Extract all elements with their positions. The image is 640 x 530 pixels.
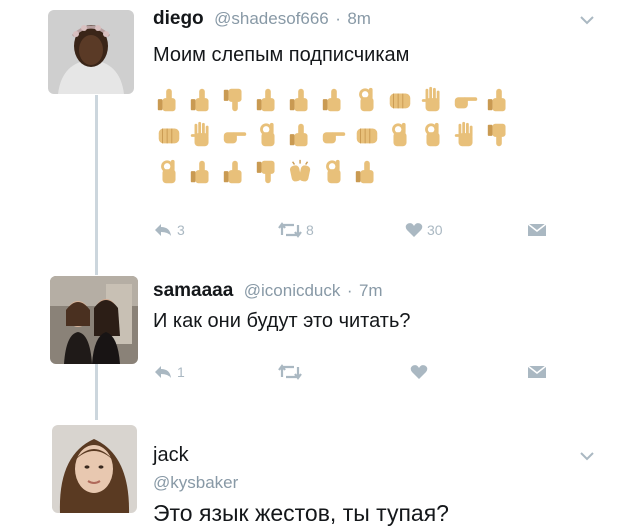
emoji-row [155, 85, 513, 115]
thread-line [95, 95, 98, 275]
tweet-header: samaaaa @iconicduck · 7m [153, 280, 383, 302]
user-handle[interactable]: @shadesof666 [214, 9, 329, 28]
tweet-header: diego @shadesof666 · 8m [153, 8, 371, 30]
tweet-actions: 1 [0, 364, 640, 388]
reply-button[interactable]: 1 [153, 364, 185, 380]
thumbs-up-icon [188, 85, 216, 115]
emoji-row [155, 157, 381, 187]
thumbs-up-icon [221, 157, 249, 187]
raised-hand-icon [419, 85, 447, 115]
like-count: 30 [427, 222, 443, 238]
retweet-count: 8 [306, 222, 314, 238]
like-button[interactable]: 30 [405, 222, 443, 238]
ok-hand-icon [386, 120, 414, 150]
thumbs-up-icon [287, 85, 315, 115]
tweet-time[interactable]: 8m [347, 9, 371, 28]
pointing-hand-icon [221, 120, 249, 150]
retweet-icon [278, 222, 302, 238]
thumbs-up-icon [353, 157, 381, 187]
reply-icon [155, 366, 171, 378]
chevron-down-icon[interactable] [580, 452, 594, 461]
fist-icon [353, 120, 381, 150]
heart-icon [410, 365, 428, 379]
like-button[interactable] [410, 364, 428, 380]
fist-icon [155, 120, 183, 150]
tweet-handle-row: @kysbaker [153, 473, 238, 493]
thumbs-up-icon [287, 120, 315, 150]
avatar[interactable] [48, 10, 134, 94]
reply-icon [155, 224, 171, 236]
thumbs-down-icon [254, 157, 282, 187]
display-name[interactable]: diego [153, 8, 204, 29]
thumbs-up-icon [485, 85, 513, 115]
raised-hand-icon [452, 120, 480, 150]
ok-hand-icon [155, 157, 183, 187]
tweet-actions: 3 8 30 [0, 222, 640, 246]
envelope-icon [527, 365, 547, 378]
tweet-text: Это язык жестов, ты тупая? [153, 500, 449, 526]
fist-icon [386, 85, 414, 115]
ok-hand-icon [353, 85, 381, 115]
direct-message-button[interactable] [527, 222, 547, 238]
thumbs-up-icon [155, 85, 183, 115]
thumbs-up-icon [320, 85, 348, 115]
pointing-hand-icon [320, 120, 348, 150]
separator-dot: · [335, 9, 341, 28]
retweet-button[interactable] [278, 364, 302, 380]
separator-dot: · [346, 281, 353, 300]
thumbs-up-icon [254, 85, 282, 115]
avatar[interactable] [52, 425, 137, 513]
direct-message-button[interactable] [527, 364, 547, 380]
tweet-header: jack [153, 444, 189, 467]
pointing-hand-icon [452, 85, 480, 115]
tweet-text: И как они будут это читать? [153, 310, 411, 332]
display-name[interactable]: samaaaa [153, 280, 233, 301]
ok-hand-icon [320, 157, 348, 187]
tweet-text: Моим слепым подписчикам [153, 44, 410, 66]
user-handle[interactable]: @iconicduck [244, 281, 341, 300]
retweet-button[interactable]: 8 [278, 222, 314, 238]
avatar[interactable] [50, 276, 138, 364]
thumbs-down-icon [485, 120, 513, 150]
clapping-hands-icon [287, 157, 315, 187]
reply-button[interactable]: 3 [153, 222, 185, 238]
thumbs-down-icon [221, 85, 249, 115]
reply-count: 1 [177, 364, 185, 380]
thumbs-up-icon [188, 157, 216, 187]
chevron-down-icon[interactable] [580, 16, 594, 25]
reply-count: 3 [177, 222, 185, 238]
ok-hand-icon [419, 120, 447, 150]
heart-icon [405, 223, 423, 237]
raised-hand-icon [188, 120, 216, 150]
retweet-icon [278, 364, 302, 380]
tweet-time[interactable]: 7m [359, 281, 383, 300]
user-handle[interactable]: @kysbaker [153, 473, 238, 492]
display-name[interactable]: jack [153, 444, 189, 466]
envelope-icon [527, 223, 547, 236]
emoji-row [155, 120, 513, 150]
ok-hand-icon [254, 120, 282, 150]
